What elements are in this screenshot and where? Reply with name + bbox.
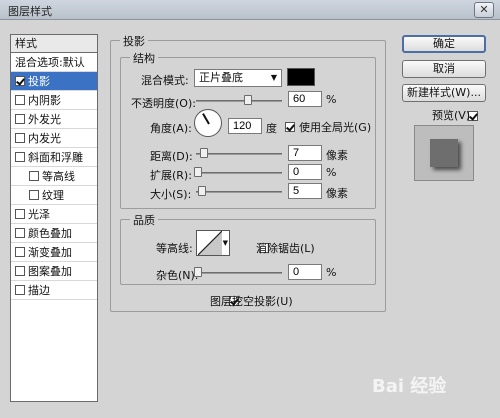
angle-dial[interactable]	[194, 109, 222, 137]
style-preview-thumbnail	[414, 125, 474, 181]
style-item-checkbox[interactable]	[15, 76, 25, 86]
style-item-label: 等高线	[42, 170, 75, 183]
angle-label: 角度(A):	[150, 122, 192, 135]
preview-label: 预览(V)	[432, 109, 471, 122]
style-item-label: 斜面和浮雕	[28, 151, 83, 164]
noise-slider-thumb[interactable]	[194, 267, 202, 277]
contour-label: 等高线:	[156, 242, 193, 255]
ok-button[interactable]: 确定	[402, 35, 486, 53]
title-bar: 图层样式 ✕	[0, 0, 500, 20]
opacity-input[interactable]	[288, 91, 322, 107]
distance-slider-thumb[interactable]	[200, 148, 208, 158]
structure-legend: 结构	[130, 50, 158, 66]
distance-input[interactable]	[288, 145, 322, 161]
size-input[interactable]	[288, 183, 322, 199]
style-item-label: 投影	[28, 75, 50, 88]
style-item[interactable]: 光泽	[11, 205, 97, 224]
style-item-checkbox[interactable]	[15, 209, 25, 219]
style-item-checkbox[interactable]	[15, 266, 25, 276]
style-item-label: 混合选项:默认	[15, 56, 85, 69]
style-item[interactable]: 混合选项:默认	[11, 53, 97, 72]
preview-shape	[430, 139, 458, 167]
noise-percent: %	[326, 266, 337, 279]
style-item-checkbox[interactable]	[29, 171, 39, 181]
style-item[interactable]: 斜面和浮雕	[11, 148, 97, 167]
blend-mode-label: 混合模式:	[141, 74, 189, 87]
size-slider-track[interactable]	[196, 191, 282, 193]
distance-unit: 像素	[326, 149, 348, 162]
style-item[interactable]: 投影	[11, 72, 97, 91]
close-icon: ✕	[479, 3, 489, 16]
style-item[interactable]: 内阴影	[11, 91, 97, 110]
noise-label: 杂色(N):	[156, 269, 199, 282]
panel-title: 投影	[120, 33, 148, 49]
styles-list-items: 混合选项:默认投影内阴影外发光内发光斜面和浮雕等高线纹理光泽颜色叠加渐变叠加图案…	[11, 53, 97, 300]
size-label: 大小(S):	[150, 188, 192, 201]
style-item-label: 光泽	[28, 208, 50, 221]
angle-unit: 度	[266, 122, 277, 135]
noise-input[interactable]	[288, 264, 322, 280]
spread-label: 扩展(R):	[150, 169, 192, 182]
style-item[interactable]: 内发光	[11, 129, 97, 148]
style-item[interactable]: 图案叠加	[11, 262, 97, 281]
quality-legend: 品质	[130, 212, 158, 228]
style-item-label: 内发光	[28, 132, 61, 145]
distance-slider-track[interactable]	[196, 153, 282, 155]
knockout-label: 图层挖空投影(U)	[210, 295, 293, 308]
spread-input[interactable]	[288, 164, 322, 180]
style-item-checkbox[interactable]	[15, 152, 25, 162]
contour-curve-icon	[198, 231, 222, 255]
styles-list: 样式 混合选项:默认投影内阴影外发光内发光斜面和浮雕等高线纹理光泽颜色叠加渐变叠…	[10, 34, 98, 402]
style-item-checkbox[interactable]	[15, 114, 25, 124]
opacity-percent: %	[326, 93, 337, 106]
new-style-button[interactable]: 新建样式(W)...	[402, 84, 486, 102]
style-item-checkbox[interactable]	[15, 285, 25, 295]
styles-list-header: 样式	[11, 35, 97, 53]
global-light-checkbox[interactable]	[285, 122, 295, 132]
global-light-label: 使用全局光(G)	[299, 121, 372, 134]
close-button[interactable]: ✕	[474, 2, 494, 18]
chevron-down-icon: ▼	[270, 73, 277, 82]
cancel-button[interactable]: 取消	[402, 60, 486, 78]
style-item-label: 纹理	[42, 189, 64, 202]
blend-mode-value: 正片叠底	[199, 71, 243, 84]
style-item-checkbox[interactable]	[29, 190, 39, 200]
style-item[interactable]: 等高线	[11, 167, 97, 186]
contour-picker[interactable]: ▼	[196, 230, 230, 256]
spread-slider-thumb[interactable]	[194, 167, 202, 177]
style-item-checkbox[interactable]	[15, 95, 25, 105]
style-item[interactable]: 纹理	[11, 186, 97, 205]
opacity-slider-track[interactable]	[196, 100, 282, 102]
style-item-label: 图案叠加	[28, 265, 72, 278]
spread-percent: %	[326, 166, 337, 179]
spread-slider-track[interactable]	[196, 172, 282, 174]
size-slider-thumb[interactable]	[198, 186, 206, 196]
blend-mode-select[interactable]: 正片叠底 ▼	[194, 69, 282, 87]
style-item-checkbox[interactable]	[15, 247, 25, 257]
style-item[interactable]: 描边	[11, 281, 97, 300]
opacity-label: 不透明度(O):	[131, 97, 196, 110]
style-item[interactable]: 渐变叠加	[11, 243, 97, 262]
style-item-label: 描边	[28, 284, 50, 297]
style-item-label: 颜色叠加	[28, 227, 72, 240]
watermark: Bai 经验	[372, 376, 447, 397]
style-item-checkbox[interactable]	[15, 133, 25, 143]
style-item-checkbox[interactable]	[15, 228, 25, 238]
noise-slider-track[interactable]	[196, 272, 282, 274]
style-item[interactable]: 颜色叠加	[11, 224, 97, 243]
chevron-down-icon: ▼	[222, 239, 228, 247]
style-item-label: 渐变叠加	[28, 246, 72, 259]
angle-input[interactable]	[228, 118, 262, 134]
blend-color-swatch[interactable]	[287, 68, 315, 86]
distance-label: 距离(D):	[150, 150, 193, 163]
window-title: 图层样式	[8, 5, 52, 18]
opacity-slider-thumb[interactable]	[243, 95, 252, 105]
antialias-label: 消除锯齿(L)	[256, 242, 315, 255]
size-unit: 像素	[326, 187, 348, 200]
style-item[interactable]: 外发光	[11, 110, 97, 129]
angle-dial-needle	[202, 113, 210, 125]
style-item-label: 内阴影	[28, 94, 61, 107]
style-item-label: 外发光	[28, 113, 61, 126]
